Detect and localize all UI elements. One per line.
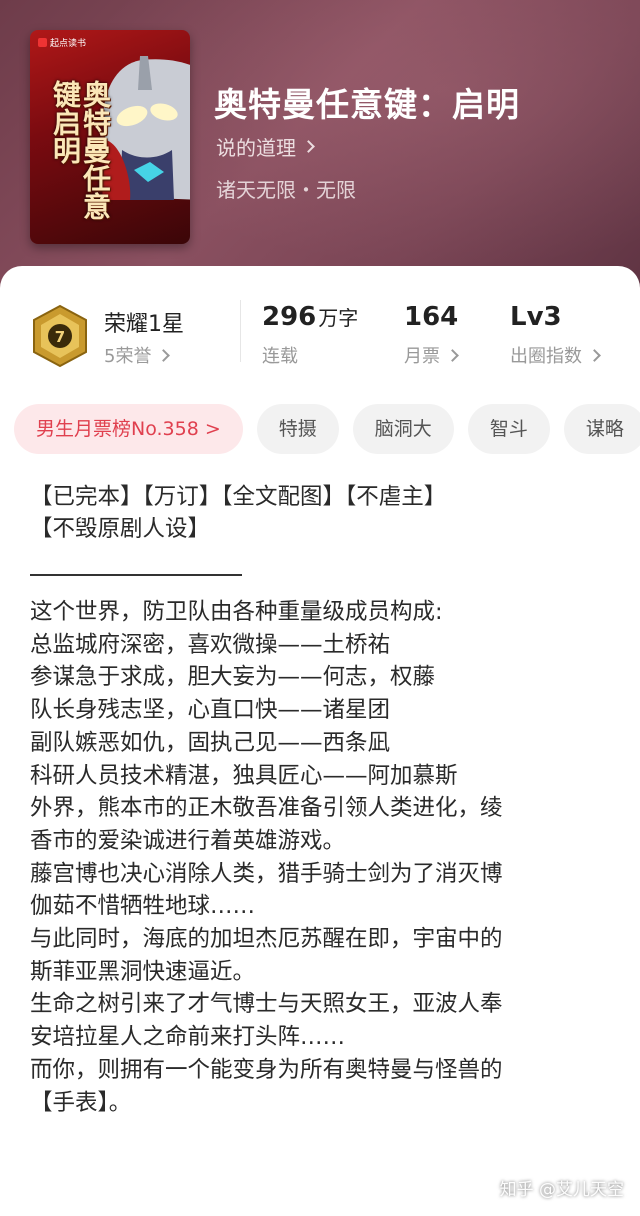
description-line: 外界，熊本市的正木敬吾准备引领人类进化，绫 (30, 795, 503, 822)
book-cover[interactable]: 起点读书 奥特曼任意键启明 (30, 30, 190, 244)
description-line: 生命之树引来了才气博士与天照女王，亚波人奉 (30, 991, 503, 1018)
tag-row: 男生月票榜No.358 > 特摄 脑洞大 智斗 谋略 (14, 404, 640, 454)
chevron-right-icon (588, 348, 601, 362)
stats-bar: 7 荣耀1星 5荣誉 296 万字 连载 164 月票 Lv3 出圈指数 (0, 266, 640, 396)
watermark: 知乎 @艾儿天空 (499, 1180, 624, 1200)
description-line: 这个世界，防卫队由各种重量级成员构成: (30, 599, 443, 625)
cover-publisher-badge: 起点读书 (38, 36, 86, 49)
word-count-value: 296 (262, 302, 317, 332)
cover-title-art: 奥特曼任意键启明 (49, 80, 112, 220)
book-title: 奥特曼任意键：启明 (214, 85, 520, 124)
honor-level: 荣耀1星 (104, 312, 184, 337)
stat-influence-index[interactable]: Lv3 出圈指数 (510, 302, 601, 368)
stat-word-count: 296 万字 连载 (262, 302, 358, 368)
description-line: 香市的爱染诚进行着英雄游戏。 (30, 827, 346, 854)
honor-medal-icon: 7 (33, 304, 87, 368)
cover-badge-text: 起点读书 (50, 39, 87, 49)
chevron-right-icon (446, 348, 459, 362)
description-line: 【手表】。 (30, 1089, 132, 1116)
book-genre: 诸天无限・无限 (216, 178, 356, 202)
description-line: 与此同时，海底的加坦杰厄苏醒在即，宇宙中的 (30, 926, 503, 953)
description-line: 科研人员技术精湛，独具匠心——阿加慕斯 (30, 762, 458, 789)
description-line: 而你，则拥有一个能变身为所有奥特曼与怪兽的 (30, 1056, 503, 1083)
description-line: 伽茹不惜牺牲地球…… (30, 893, 256, 920)
description-line: 藤宫博也决心消除人类，猎手骑士剑为了消灭博 (30, 860, 503, 887)
tag-item[interactable]: 谋略 (563, 404, 640, 454)
description-divider (30, 574, 242, 576)
description-body: 这个世界，防卫队由各种重量级成员构成: 总监城府深密，喜欢微操——土桥祐参谋急于求… (30, 596, 620, 1119)
tag-item[interactable]: 特摄 (256, 404, 339, 454)
description-line: 参谋急于求成，胆大妄为——何志，权藤 (30, 664, 436, 691)
description-header: 【已完本】【万订】【全文配图】【不虐主】 【不毁原剧人设】 (30, 484, 447, 542)
book-detail-card: 7 荣耀1星 5荣誉 296 万字 连载 164 月票 Lv3 出圈指数 男生月票… (0, 266, 640, 1216)
author-link[interactable]: 说的道理 (216, 132, 315, 161)
monthly-tickets-value: 164 (404, 302, 459, 332)
serial-status: 连载 (262, 346, 298, 367)
tag-item[interactable]: 脑洞大 (352, 404, 454, 454)
description-line: 副队嫉恶如仇，固执己见——西条凪 (30, 729, 391, 756)
svg-text:7: 7 (55, 328, 65, 346)
monthly-tickets-label: 月票 (404, 346, 440, 367)
chevron-right-icon (157, 348, 171, 362)
description-line: 总监城府深密，喜欢微操——土桥祐 (30, 631, 391, 658)
influence-index-label: 出圈指数 (510, 346, 582, 367)
honor-points: 5荣誉 (104, 346, 152, 367)
influence-index-value: Lv3 (510, 302, 562, 332)
tag-rank[interactable]: 男生月票榜No.358 > (14, 404, 243, 454)
chevron-right-icon (302, 140, 315, 153)
description-line: 斯菲亚黑洞快速逼近。 (30, 958, 256, 985)
publisher-logo-icon (38, 38, 47, 47)
word-count-unit: 万字 (318, 306, 359, 330)
description-line: 安培拉星人之命前来打头阵…… (30, 1024, 346, 1051)
divider (240, 300, 241, 362)
author-name: 说的道理 (216, 136, 296, 160)
stat-monthly-tickets[interactable]: 164 月票 (404, 302, 459, 368)
honor-points-link[interactable]: 5荣誉 (104, 342, 171, 368)
tag-item[interactable]: 智斗 (467, 404, 550, 454)
description-line: 队长身残志坚，心直口快——诸星团 (30, 697, 391, 724)
